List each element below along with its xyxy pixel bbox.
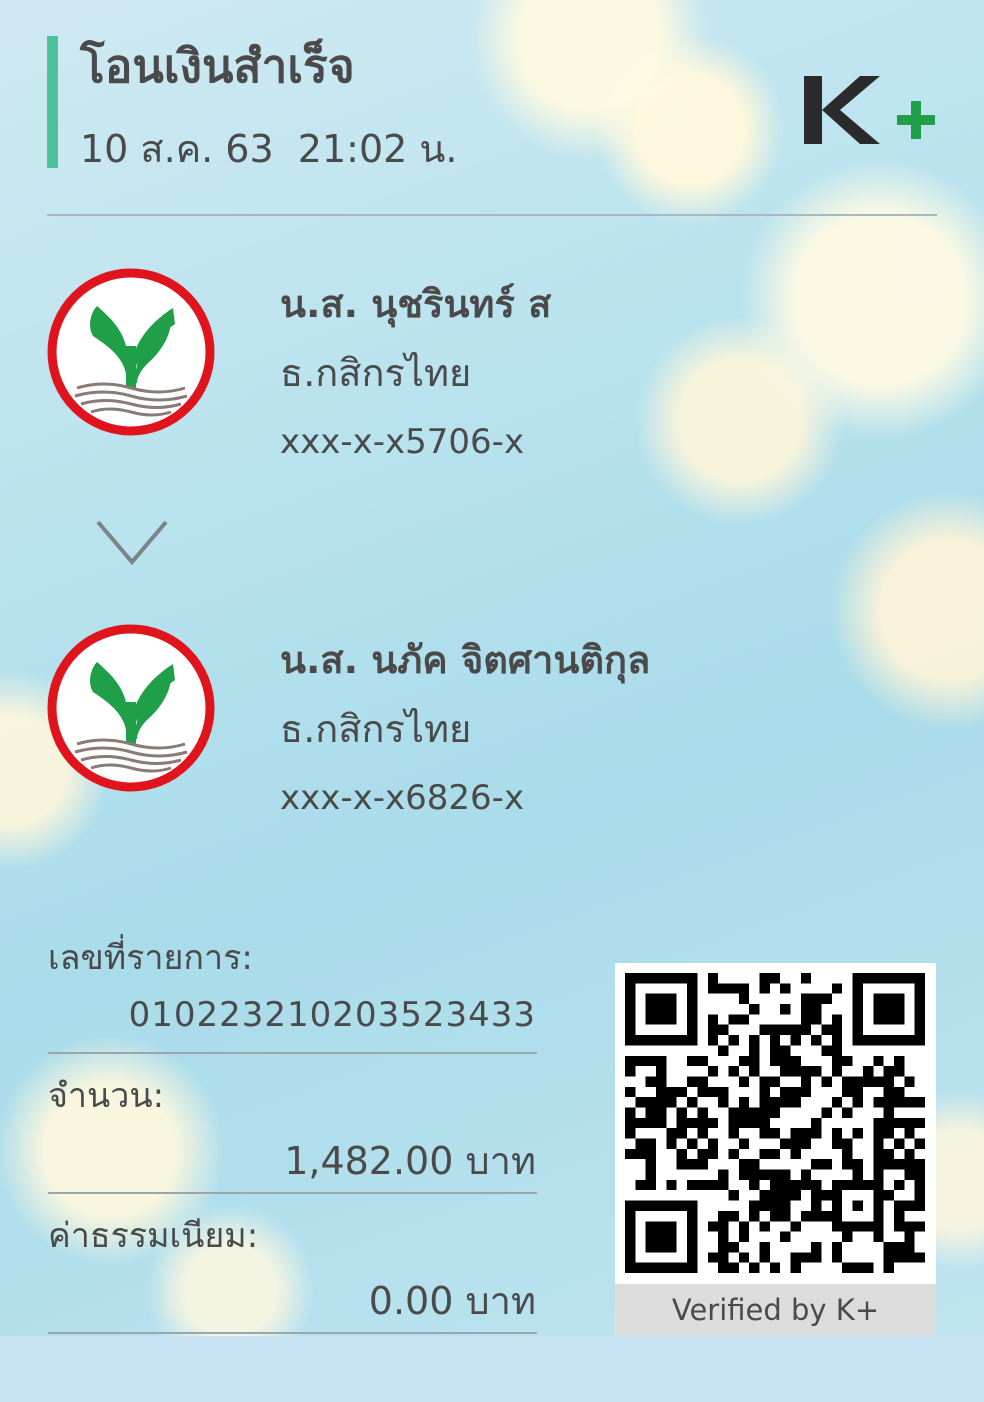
details-divider: [48, 1332, 537, 1334]
title-accent-bar: [47, 36, 58, 168]
amount-value: 1,482.00 บาท: [284, 1139, 536, 1183]
details-divider: [48, 1052, 537, 1054]
kplus-logo-icon: [804, 76, 935, 144]
kasikorn-bank-logo-icon: [47, 624, 215, 792]
sender-bank: ธ.กสิกรไทย: [280, 351, 472, 395]
qr-caption: Verified by K+: [615, 1284, 936, 1336]
receiver-bank: ธ.กสิกรไทย: [280, 707, 472, 751]
sender-info: น.ส. นุชรินทร์ ส ธ.กสิกรไทย xxx-x-x5706-…: [280, 274, 551, 472]
sender-name: น.ส. นุชรินทร์ ส: [280, 282, 552, 326]
fee-label: ค่าธรรมเนียม:: [48, 1216, 259, 1256]
arrow-down-icon: [96, 520, 168, 566]
transaction-datetime: 10 ส.ค. 63 21:02 น.: [80, 127, 458, 171]
header-divider: [47, 214, 937, 216]
amount-label: จำนวน:: [48, 1076, 165, 1116]
qr-code-icon: [625, 973, 925, 1273]
footer-band: [0, 1336, 984, 1402]
fee-value: 0.00 บาท: [368, 1279, 536, 1323]
sender-account: xxx-x-x5706-x: [280, 422, 525, 462]
kasikorn-bank-logo-icon: [47, 268, 215, 436]
transfer-slip: โอนเงินสำเร็จ 10 ส.ค. 63 21:02 น. น.ส. น…: [0, 0, 984, 1336]
page-title: โอนเงินสำเร็จ: [80, 39, 355, 93]
reference-number: 010223210203523433: [128, 995, 536, 1035]
details-divider: [48, 1192, 537, 1194]
receiver-name: น.ส. นภัค จิตศานติกุล: [280, 638, 651, 682]
receiver-info: น.ส. นภัค จิตศานติกุล ธ.กสิกรไทย xxx-x-x…: [280, 630, 650, 828]
receiver-account: xxx-x-x6826-x: [280, 778, 525, 818]
verification-qr[interactable]: Verified by K+: [615, 963, 936, 1336]
reference-label: เลขที่รายการ:: [48, 938, 253, 978]
